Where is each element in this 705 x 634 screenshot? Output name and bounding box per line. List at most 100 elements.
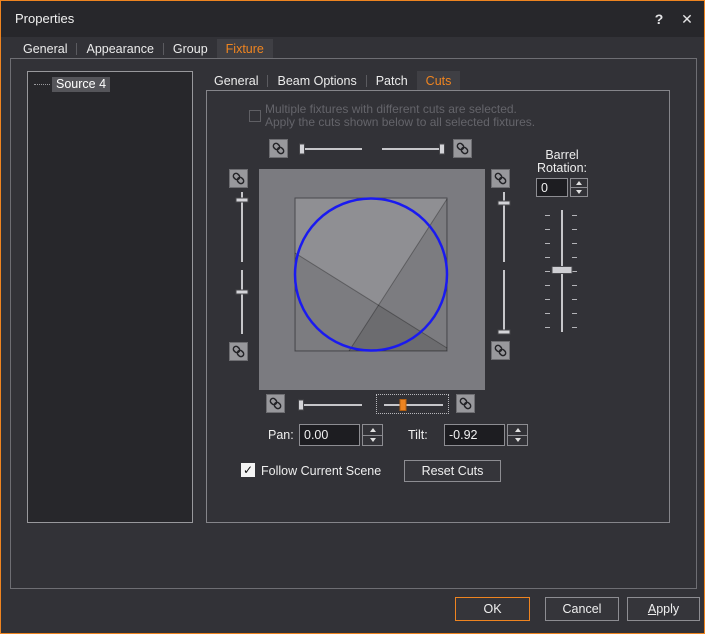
main-tab-bar: General Appearance Group Fixture [14,39,273,59]
cut-slider-top-left[interactable] [300,142,363,155]
cut-slider-bottom-left[interactable] [300,398,363,411]
multi-cut-notice: Multiple fixtures with different cuts ar… [265,103,535,128]
barrel-slider-ticks-left [545,215,550,329]
cut-slider-right-bottom[interactable] [497,269,510,335]
help-icon[interactable]: ? [645,1,673,37]
slider-thumb[interactable] [497,201,510,206]
properties-dialog: Properties ? ✕ General Appearance Group … [0,0,705,634]
chain-link-icon [271,141,286,156]
ok-button[interactable]: OK [455,597,530,621]
title-bar: Properties ? ✕ [1,1,704,37]
checkmark-icon: ✓ [243,464,253,476]
cut-slider-left-top[interactable] [235,191,248,263]
follow-scene-checkbox[interactable]: ✓ [241,463,255,477]
tree-branch-line [34,84,50,85]
spin-down-button[interactable] [363,436,382,446]
link-left-bottom-button[interactable] [229,342,248,361]
slider-thumb-active[interactable] [400,399,407,411]
arrow-down-icon [576,190,582,194]
apply-label-rest: pply [656,602,679,616]
sub-tab-bar: General Beam Options Patch Cuts [205,71,460,91]
apply-to-all-checkbox [249,110,261,122]
chain-link-icon [493,171,508,186]
spin-up-button[interactable] [508,425,527,436]
pan-label: Pan: [268,428,294,442]
cancel-button[interactable]: Cancel [545,597,619,621]
arrow-down-icon [515,438,521,442]
apply-mnemonic: A [648,602,656,616]
arrow-up-icon [515,428,521,432]
slider-thumb[interactable] [299,143,305,154]
slider-track [301,404,362,406]
cut-slider-right-top[interactable] [497,191,510,263]
chain-link-icon [231,344,246,359]
chain-link-icon [493,343,508,358]
tilt-spinbox: -0.92 [444,424,528,446]
subtab-beam-options[interactable]: Beam Options [268,71,365,91]
close-icon[interactable]: ✕ [673,1,701,37]
multi-cut-notice-line1: Multiple fixtures with different cuts ar… [265,103,535,116]
link-bottom-right-button[interactable] [456,394,475,413]
chain-link-icon [231,171,246,186]
link-right-top-button[interactable] [491,169,510,188]
apply-button[interactable]: Apply [627,597,700,621]
cut-slider-top-right[interactable] [381,142,444,155]
link-bottom-left-button[interactable] [266,394,285,413]
barrel-rotation-spinner [570,178,588,197]
pan-spinbox: 0.00 [299,424,383,446]
chain-link-icon [455,141,470,156]
slider-track [503,270,505,334]
slider-thumb[interactable] [235,198,248,203]
chain-link-icon [458,396,473,411]
fixture-tree-panel: Source 4 [27,71,193,523]
arrow-up-icon [370,428,376,432]
link-top-right-button[interactable] [453,139,472,158]
tab-appearance[interactable]: Appearance [77,39,162,59]
tree-item-label: Source 4 [52,77,110,92]
arrow-up-icon [576,181,582,185]
spin-down-button[interactable] [508,436,527,446]
slider-thumb[interactable] [235,290,248,295]
slider-track [382,148,443,150]
slider-track [301,148,362,150]
subtab-patch[interactable]: Patch [367,71,417,91]
follow-scene-label: Follow Current Scene [261,464,381,478]
slider-thumb[interactable] [439,143,445,154]
tilt-label: Tilt: [408,428,428,442]
spin-up-button[interactable] [571,179,587,188]
cut-slider-left-bottom[interactable] [235,269,248,335]
chain-link-icon [268,396,283,411]
arrow-down-icon [370,438,376,442]
barrel-rotation-label-line1: Barrel [522,148,602,162]
slider-track [241,270,243,334]
pan-value[interactable]: 0.00 [299,424,360,446]
tilt-spinner [507,424,528,446]
spin-down-button[interactable] [571,188,587,196]
spin-up-button[interactable] [363,425,382,436]
pan-spinner [362,424,383,446]
slider-thumb[interactable] [552,266,573,274]
tilt-value[interactable]: -0.92 [444,424,505,446]
subtab-general[interactable]: General [205,71,267,91]
link-top-left-button[interactable] [269,139,288,158]
tree-item-source4[interactable]: Source 4 [34,77,110,92]
beam-cut-preview [259,169,485,390]
beam-preview-graphic [259,169,485,390]
tab-group[interactable]: Group [164,39,217,59]
link-left-top-button[interactable] [229,169,248,188]
multi-cut-notice-line2: Apply the cuts shown below to all select… [265,116,535,129]
barrel-rotation-spinbox: 0 [536,178,588,197]
subtab-cuts[interactable]: Cuts [417,71,461,91]
slider-track [384,404,443,406]
slider-thumb[interactable] [298,399,304,410]
tab-general[interactable]: General [14,39,76,59]
slider-thumb[interactable] [497,329,510,334]
cut-slider-bottom-right[interactable] [383,398,444,411]
window-title: Properties [15,11,74,26]
barrel-rotation-slider[interactable] [551,209,573,333]
barrel-rotation-value[interactable]: 0 [536,178,568,197]
link-right-bottom-button[interactable] [491,341,510,360]
barrel-rotation-label-line2: Rotation: [522,161,602,175]
reset-cuts-button[interactable]: Reset Cuts [404,460,501,482]
tab-fixture[interactable]: Fixture [217,39,273,59]
